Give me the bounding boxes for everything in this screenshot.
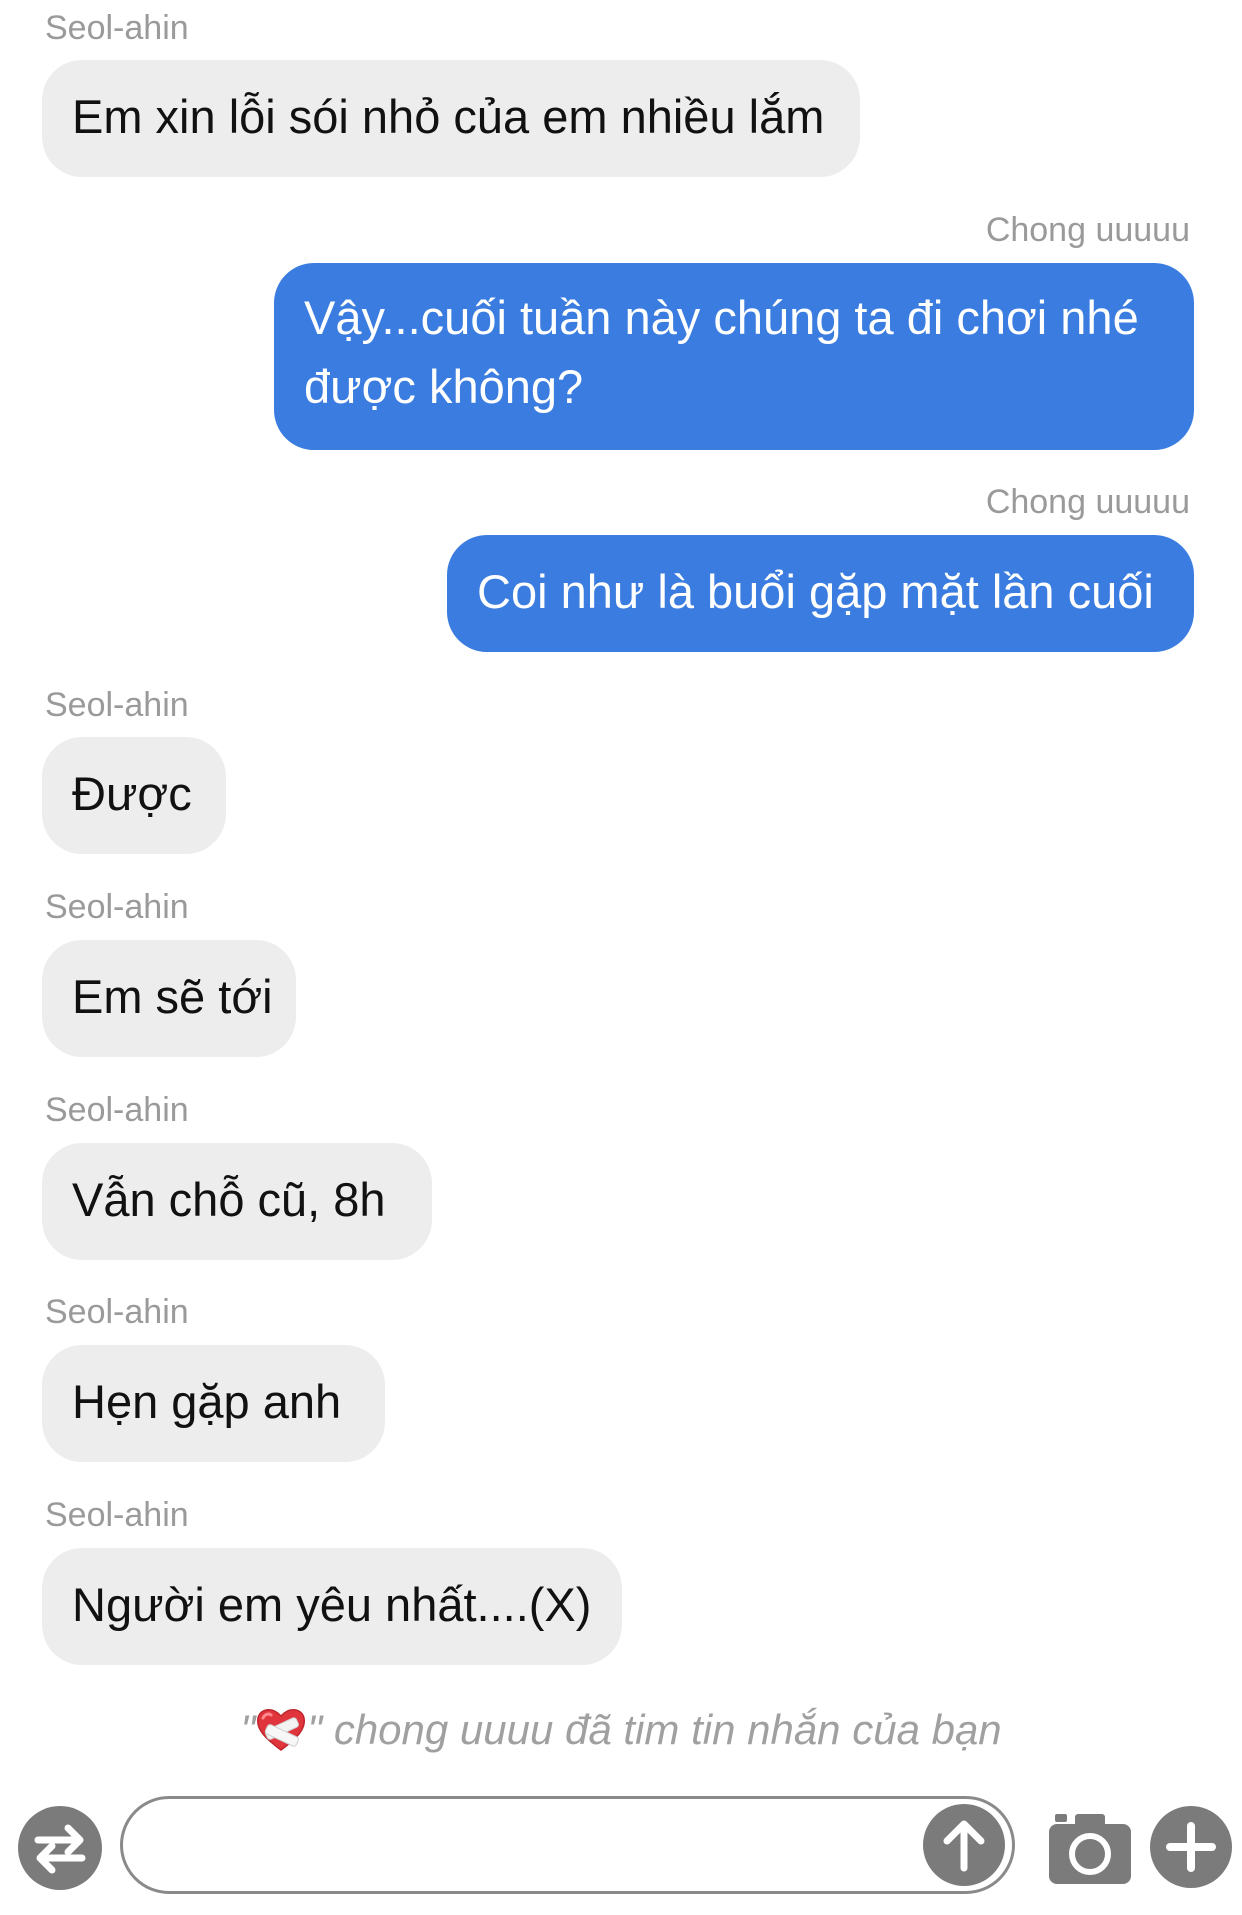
plus-button[interactable] xyxy=(1150,1806,1232,1888)
sender-name: Seol-ahin xyxy=(45,1293,189,1331)
message-input-container[interactable] xyxy=(120,1796,1015,1894)
message-bubble-incoming[interactable]: Em sẽ tới xyxy=(42,940,296,1057)
message-bubble-incoming[interactable]: Vẫn chỗ cũ, 8h xyxy=(42,1143,432,1260)
sender-name: Seol-ahin xyxy=(45,1091,189,1129)
message-bubble-outgoing[interactable]: Coi như là buổi gặp mặt lần cuối xyxy=(447,535,1194,652)
swap-arrows-icon xyxy=(18,1806,102,1895)
sender-name: Seol-ahin xyxy=(45,9,189,47)
heart-with-bandage-icon xyxy=(255,1706,307,1752)
reaction-text: chong uuuu đã tim tin nhắn của bạn xyxy=(333,1706,1002,1753)
message-input[interactable] xyxy=(153,1813,917,1879)
sender-name: Seol-ahin xyxy=(45,686,189,724)
swap-button[interactable] xyxy=(18,1806,102,1890)
quote-open: " xyxy=(240,1706,256,1753)
message-bubble-incoming[interactable]: Người em yêu nhất....(X) xyxy=(42,1548,622,1665)
message-composer xyxy=(0,1780,1242,1915)
reaction-notice: " " chong uuuu đã tim tin nhắn của bạn xyxy=(0,1700,1242,1760)
sender-name: Seol-ahin xyxy=(45,888,189,926)
message-bubble-incoming[interactable]: Hẹn gặp anh xyxy=(42,1345,385,1462)
sender-name: Seol-ahin xyxy=(45,1496,189,1534)
message-bubble-outgoing[interactable]: Vậy...cuối tuần này chúng ta đi chơi nhé… xyxy=(274,263,1194,450)
send-arrow-up-icon xyxy=(923,1804,1005,1891)
camera-icon xyxy=(1045,1810,1135,1893)
message-bubble-incoming[interactable]: Em xin lỗi sói nhỏ của em nhiều lắm xyxy=(42,60,860,177)
plus-icon xyxy=(1150,1806,1232,1893)
send-button[interactable] xyxy=(923,1804,1005,1886)
sender-name: Chong uuuuu xyxy=(985,483,1190,521)
message-bubble-incoming[interactable]: Được xyxy=(42,737,226,854)
camera-button[interactable] xyxy=(1045,1810,1135,1888)
quote-close: " xyxy=(307,1706,323,1753)
sender-name: Chong uuuuu xyxy=(985,211,1190,249)
